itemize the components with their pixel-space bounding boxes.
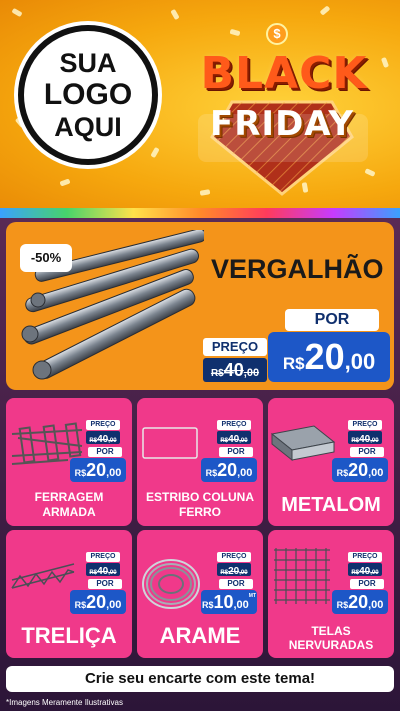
old-price: R$40,00: [203, 358, 267, 382]
rainbow-stripe: [0, 208, 400, 218]
truss-image: [11, 563, 75, 589]
new-price: R$10,00MT: [201, 590, 257, 614]
old-price: R$40,00: [86, 431, 120, 445]
new-price: R$20,00: [268, 332, 390, 382]
product-card-metalom[interactable]: PREÇO R$40,00 POR R$20,00 METALOM: [268, 398, 394, 526]
por-label: POR: [219, 579, 253, 589]
discount-badge: -50%: [20, 244, 72, 272]
por-label: POR: [350, 447, 384, 457]
featured-product-card[interactable]: -50% VERGALHÃO PREÇO R$40,00 POR R$20,00: [6, 222, 394, 390]
product-title: ESTRIBO COLUNA FERRO: [146, 490, 254, 519]
old-price: R$40,00: [217, 431, 251, 445]
product-title: FERRAGEM ARMADA: [34, 490, 104, 519]
confetti: [170, 8, 180, 21]
product-card-estribo[interactable]: PREÇO R$40,00 POR R$20,00 ESTRIBO COLUNA…: [137, 398, 263, 526]
preco-label: PREÇO: [217, 420, 251, 430]
mesh-image: [274, 548, 330, 604]
new-price: R$20,00: [201, 458, 257, 482]
friday-title: FRIDAY: [210, 104, 354, 144]
product-card-ferragem[interactable]: PREÇO R$40,00 POR R$20,00 FERRAGEM ARMADA: [6, 398, 132, 526]
preco-label: PREÇO: [86, 552, 120, 562]
confetti: [11, 7, 23, 18]
por-label: POR: [88, 579, 122, 589]
new-price: R$20,00: [70, 458, 126, 482]
product-title: METALOM: [281, 494, 381, 516]
por-label: POR: [285, 309, 379, 331]
por-label: POR: [219, 447, 253, 457]
new-price: R$20,00: [332, 590, 388, 614]
old-price: R$20,00: [217, 563, 251, 577]
preco-label: PREÇO: [348, 420, 382, 430]
disclaimer: *Imagens Meramente Ilustrativas: [6, 698, 123, 707]
new-price: R$20,00: [70, 590, 126, 614]
metal-profile-image: [270, 425, 336, 462]
por-label: POR: [350, 579, 384, 589]
confetti: [150, 146, 160, 159]
product-card-trelica[interactable]: PREÇO R$40,00 POR R$20,00 TRELIÇA: [6, 530, 132, 658]
logo-line-2: LOGO: [43, 78, 133, 111]
logo-line-3: AQUI: [54, 112, 122, 142]
wire-coil-image: [142, 559, 200, 609]
logo-line-1: SUA: [59, 48, 117, 78]
old-price: R$40,00: [348, 563, 382, 577]
preco-label: PREÇO: [217, 552, 251, 562]
product-title: VERGALHÃO: [211, 254, 384, 284]
product-title: TRELIÇA: [21, 623, 117, 648]
old-price: R$40,00: [86, 563, 120, 577]
new-price: R$20,00: [332, 458, 388, 482]
product-card-arame[interactable]: PREÇO R$20,00 POR R$10,00MT ARAME: [137, 530, 263, 658]
preco-label: PREÇO: [203, 338, 267, 356]
confetti: [59, 178, 71, 187]
coin-icon: $: [266, 23, 288, 45]
product-title: ARAME: [159, 623, 241, 648]
stirrup-image: [142, 427, 198, 459]
preco-label: PREÇO: [348, 552, 382, 562]
logo-placeholder: SUA LOGO AQUI: [18, 25, 158, 165]
unit-label: MT: [248, 593, 257, 599]
black-title: BLACK: [200, 48, 368, 99]
cta-banner[interactable]: Crie seu encarte com este tema!: [6, 666, 394, 692]
product-title: TELAS NERVURADAS: [288, 624, 374, 652]
old-price: R$40,00: [348, 431, 382, 445]
por-label: POR: [88, 447, 122, 457]
product-card-telas[interactable]: PREÇO R$40,00 POR R$20,00 TELAS NERVURADA…: [268, 530, 394, 658]
confetti: [319, 5, 331, 16]
preco-label: PREÇO: [86, 420, 120, 430]
